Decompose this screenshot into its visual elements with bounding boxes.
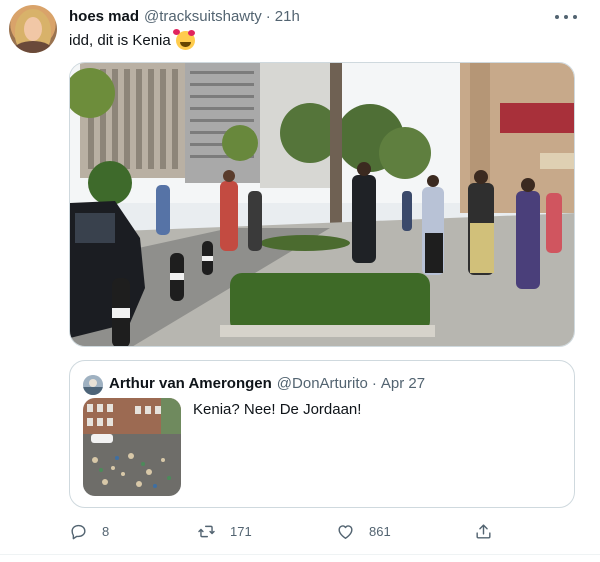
tweet-text-body: idd, dit is Kenia [69, 32, 171, 49]
author-avatar[interactable] [9, 5, 57, 53]
retweet-icon [198, 525, 215, 537]
tweet-time[interactable]: 21h [275, 8, 300, 25]
quoted-tweet-thumbnail[interactable] [83, 398, 181, 496]
quoted-header-separator: · [371, 375, 377, 392]
reply-icon [71, 524, 86, 539]
share-icon [476, 523, 491, 539]
heart-icon [338, 524, 353, 539]
tweet-photo[interactable] [69, 62, 575, 347]
quoted-tweet-header: Arthur van Amerongen @DonArturito · Apr … [109, 375, 425, 392]
tweet-card[interactable]: hoes mad @tracksuitshawty · 21h idd, dit… [0, 0, 600, 562]
tweet-header: hoes mad @tracksuitshawty · 21h [69, 8, 300, 28]
quoted-tweet[interactable]: Arthur van Amerongen @DonArturito · Apr … [69, 360, 575, 508]
smiling-face-with-hearts-icon [172, 29, 195, 50]
quoted-tweet-date[interactable]: Apr 27 [381, 375, 425, 392]
quoted-author-handle[interactable]: @DonArturito [277, 375, 368, 392]
street-photo-graphic [70, 63, 574, 346]
author-handle[interactable]: @tracksuitshawty [144, 8, 262, 25]
retweet-count: 171 [230, 523, 252, 539]
quoted-tweet-text: Kenia? Nee! De Jordaan! [193, 401, 362, 418]
tweet-text: idd, dit is Kenia [69, 29, 195, 50]
author-name[interactable]: hoes mad [69, 8, 139, 25]
reply-count: 8 [102, 523, 110, 539]
tweet-divider [0, 554, 600, 555]
like-count: 861 [369, 523, 391, 539]
quoted-author-name[interactable]: Arthur van Amerongen [109, 375, 272, 392]
more-icon[interactable] [555, 8, 577, 26]
like-button[interactable]: 861 [336, 516, 391, 546]
quoted-author-avatar[interactable] [83, 375, 103, 395]
retweet-button[interactable]: 171 [197, 516, 252, 546]
header-separator: · [265, 8, 271, 25]
reply-button[interactable]: 8 [69, 516, 109, 546]
share-button[interactable] [474, 516, 507, 546]
littered-street-photo-graphic [83, 398, 181, 496]
tweet-actions: 8 171 861 [61, 516, 541, 546]
